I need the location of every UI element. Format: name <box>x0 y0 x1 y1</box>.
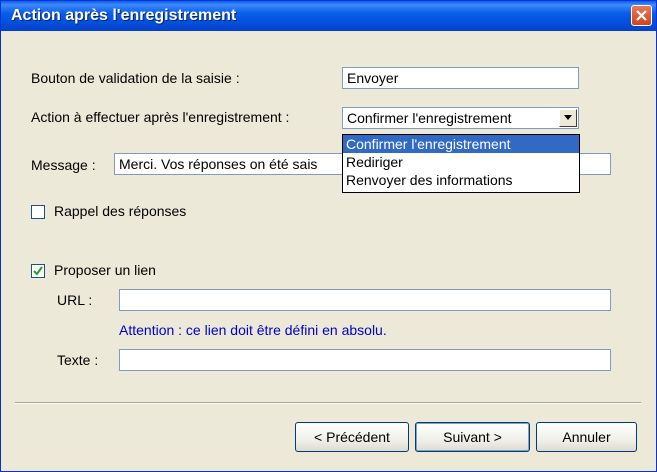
text-label: Texte : <box>57 352 99 368</box>
propose-link-label: Proposer un lien <box>54 262 156 278</box>
url-input[interactable] <box>119 289 611 311</box>
checkmark-icon <box>33 266 43 276</box>
cancel-button[interactable]: Annuler <box>536 422 637 452</box>
propose-link-checkbox[interactable] <box>31 264 45 278</box>
validation-input[interactable]: Envoyer <box>342 67 579 89</box>
dropdown-option-resend[interactable]: Renvoyer des informations <box>343 171 579 189</box>
window-title: Action après l'enregistrement <box>11 7 237 24</box>
title-bar[interactable]: Action après l'enregistrement <box>1 1 656 31</box>
url-label: URL : <box>57 292 93 308</box>
action-select-value: Confirmer l'enregistrement <box>347 110 512 126</box>
next-button[interactable]: Suivant > <box>415 422 530 452</box>
message-label: Message : <box>31 157 96 173</box>
text-input[interactable] <box>119 349 611 371</box>
action-select[interactable]: Confirmer l'enregistrement <box>342 107 579 129</box>
dropdown-option-confirm[interactable]: Confirmer l'enregistrement <box>343 135 579 153</box>
separator <box>15 402 641 404</box>
chevron-down-icon <box>564 115 572 120</box>
close-button[interactable] <box>631 5 652 26</box>
absolute-link-note: Attention : ce lien doit être défini en … <box>119 322 387 338</box>
validation-label: Bouton de validation de la saisie : <box>31 70 240 86</box>
dropdown-option-redirect[interactable]: Rediriger <box>343 153 579 171</box>
previous-button[interactable]: < Précédent <box>295 422 409 452</box>
recall-checkbox[interactable] <box>31 205 45 219</box>
action-label: Action à effectuer après l'enregistremen… <box>31 109 290 125</box>
dialog-window: Action après l'enregistrement Bouton de … <box>0 0 657 472</box>
recall-label: Rappel des réponses <box>54 203 187 219</box>
action-dropdown-list[interactable]: Confirmer l'enregistrement Rediriger Ren… <box>342 134 580 193</box>
dropdown-arrow-button[interactable] <box>559 109 577 127</box>
close-icon <box>636 10 647 21</box>
